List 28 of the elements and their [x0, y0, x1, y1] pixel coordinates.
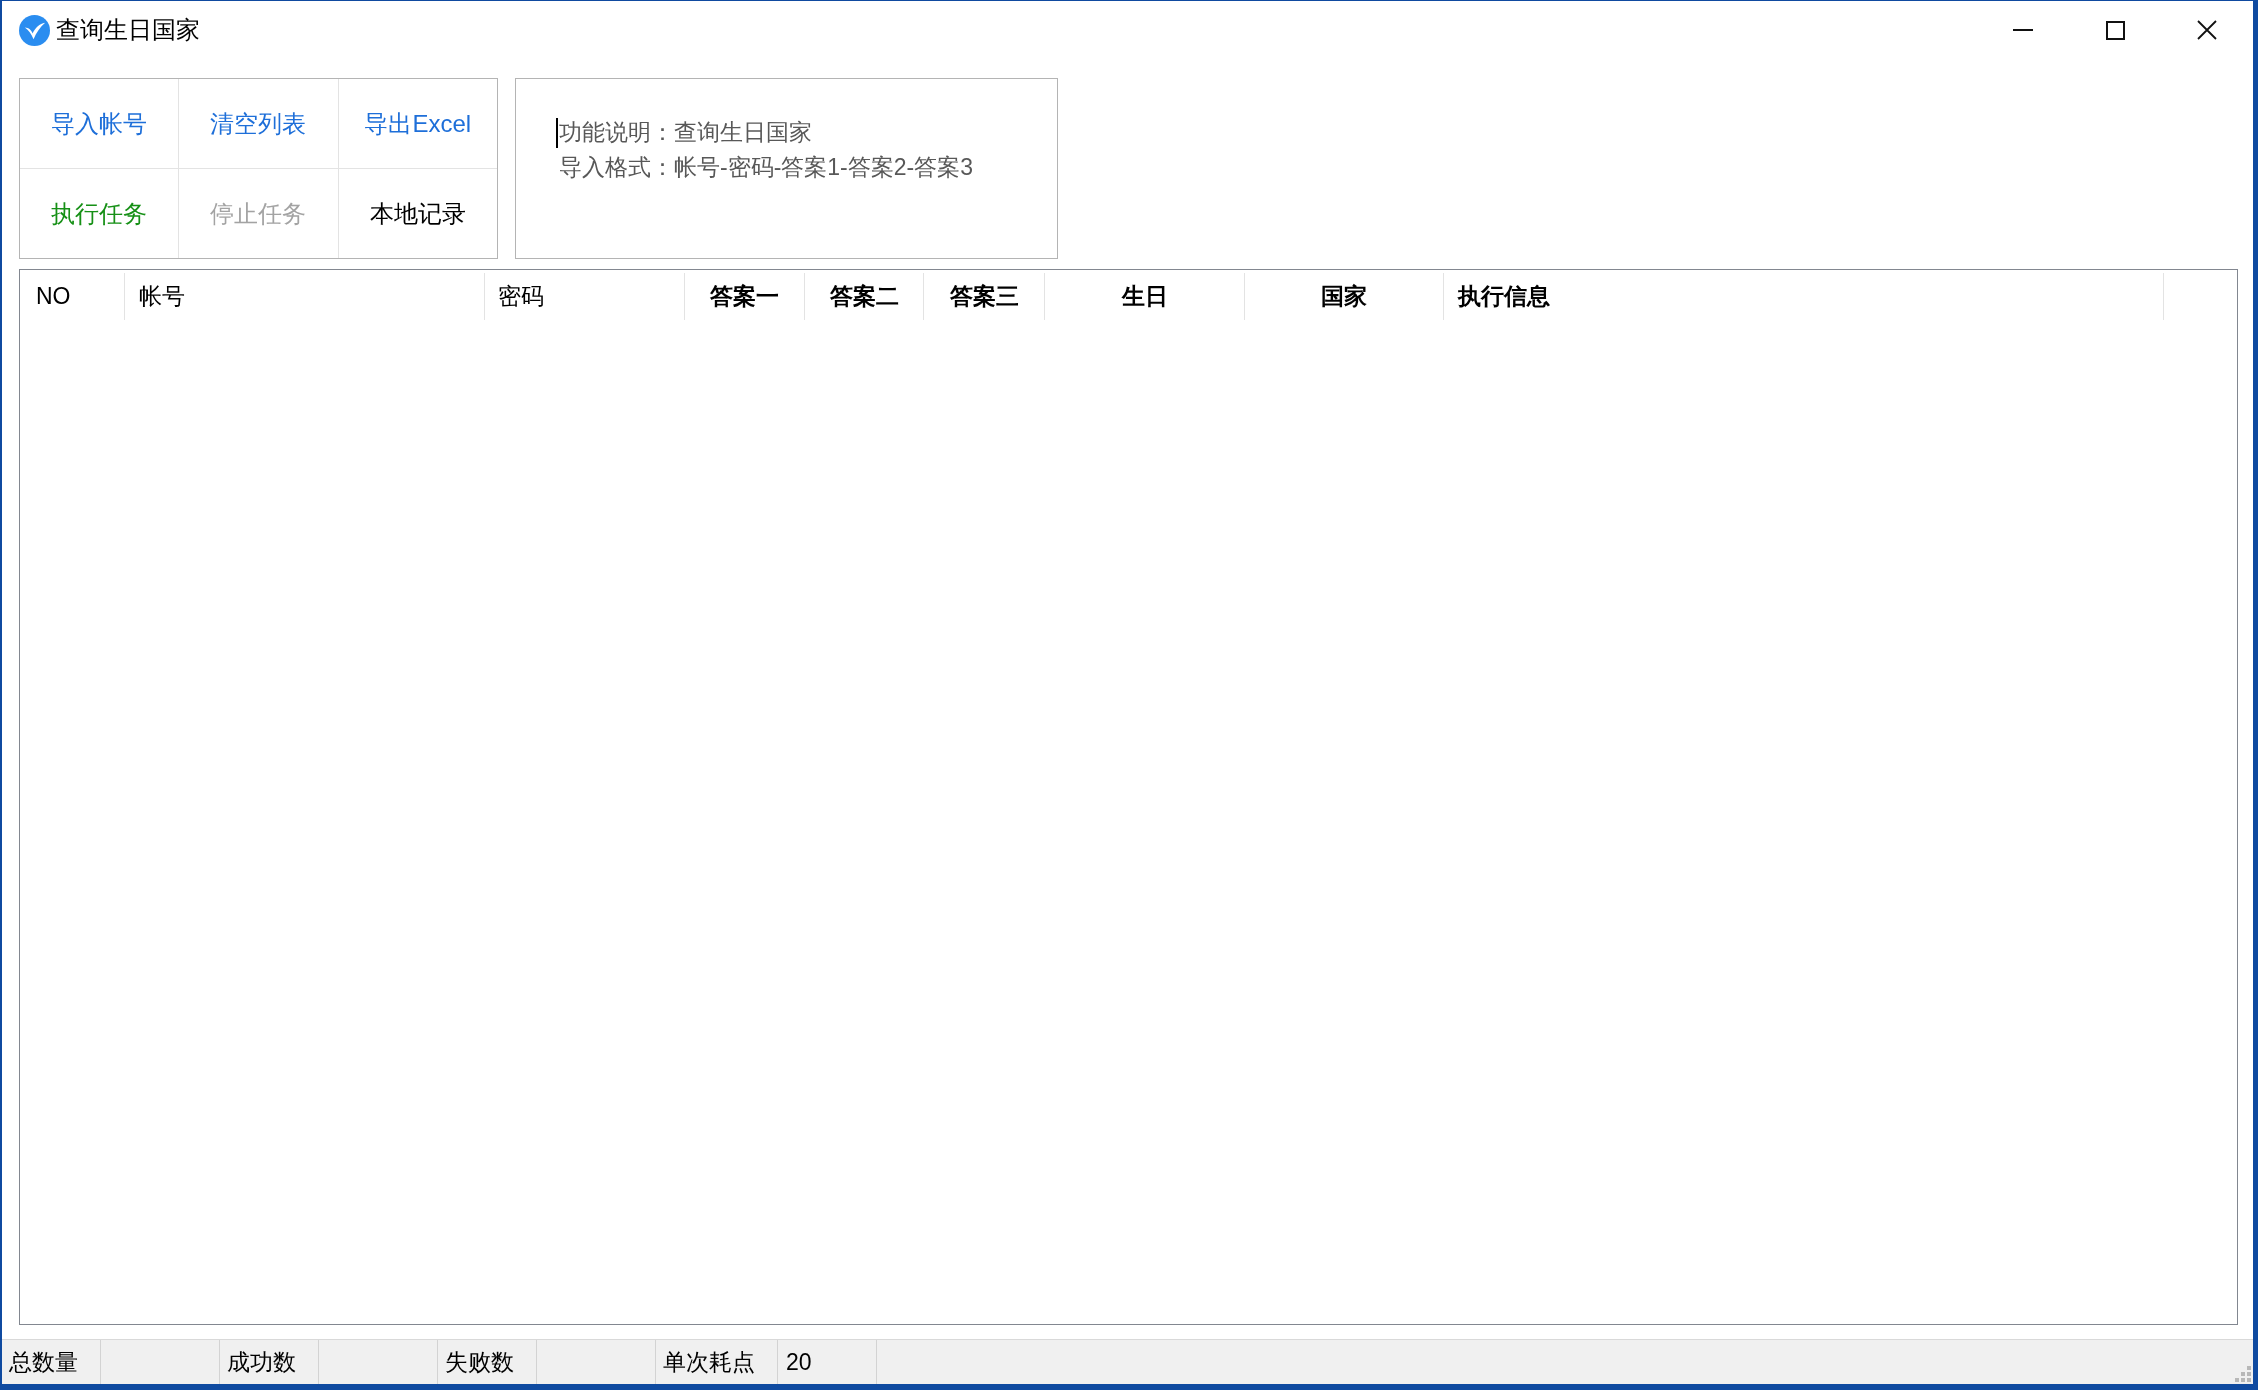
column-header[interactable]: 答案三	[924, 273, 1045, 320]
toolbar-button[interactable]: 清空列表	[179, 79, 338, 168]
toolbar-button[interactable]: 本地记录	[338, 169, 497, 258]
column-header[interactable]: NO	[20, 273, 125, 320]
column-header[interactable]: 帐号	[125, 273, 485, 320]
description-text: 功能说明：查询生日国家	[559, 118, 813, 147]
status-label: 失败数	[445, 1347, 514, 1377]
toolbar-button[interactable]: 执行任务	[20, 169, 179, 258]
toolbar-button[interactable]: 导出Excel	[338, 79, 497, 168]
resize-grip-icon	[2235, 1366, 2251, 1382]
status-label: 成功数	[227, 1347, 296, 1377]
description-text: 导入格式：帐号-密码-答案1-答案2-答案3	[559, 153, 974, 182]
status-label: 单次耗点	[663, 1347, 755, 1377]
column-header[interactable]: 执行信息	[1444, 273, 2164, 320]
column-header[interactable]: 生日	[1045, 273, 1245, 320]
minimize-icon	[2013, 29, 2033, 31]
description-field[interactable]: 功能说明：查询生日国家 导入格式：帐号-密码-答案1-答案2-答案3	[515, 78, 1058, 259]
column-header[interactable]: 答案一	[685, 273, 805, 320]
window-title: 查询生日国家	[56, 15, 200, 45]
status-value: 20	[786, 1347, 812, 1377]
toolbar-button[interactable]: 导入帐号	[20, 79, 179, 168]
column-header[interactable]: 答案二	[805, 273, 924, 320]
maximize-icon	[2105, 20, 2125, 40]
close-icon	[2197, 20, 2217, 40]
app-logo-icon	[19, 14, 50, 46]
column-header[interactable]: 密码	[485, 273, 685, 320]
column-header[interactable]: 国家	[1245, 273, 1444, 320]
status-label: 总数量	[9, 1347, 78, 1377]
